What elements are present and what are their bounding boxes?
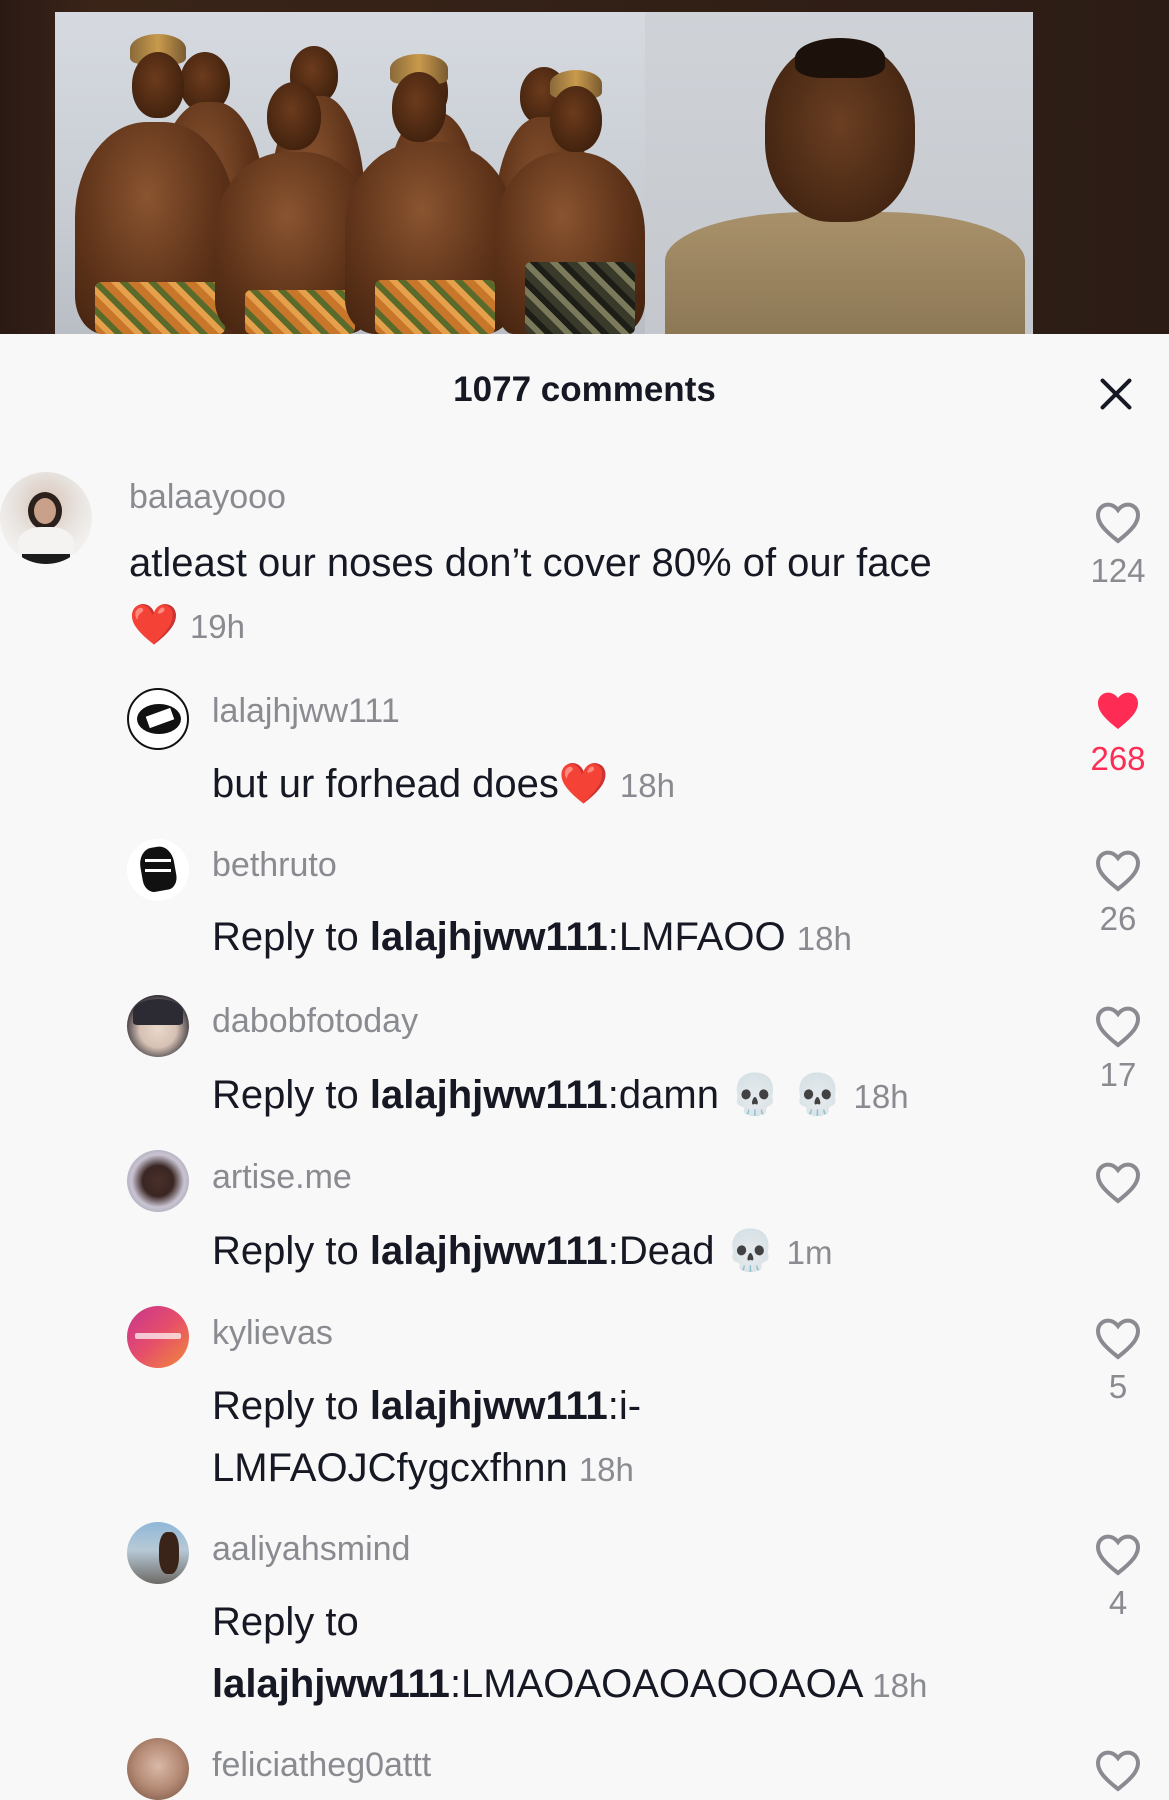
like-count: 4 [1108,1584,1128,1621]
comment-text: Reply to lalajhjww111:LMFAOO 18h [212,915,852,959]
avatar[interactable] [127,1150,189,1212]
comment-username[interactable]: dabobfotoday [212,1002,418,1041]
comment-time: 18h [619,767,675,804]
comment-username[interactable]: bethruto [212,846,337,885]
like-button[interactable]: 5 [1073,1316,1163,1406]
comment-text: Reply to lalajhjww111:i- LMFAOJCfygcxfhn… [212,1384,642,1490]
comments-sheet: 1077 comments balaayooo atleast our nose… [0,334,1169,1800]
comment-username[interactable]: lalajhjww111 [212,692,400,731]
video-frame [55,12,1033,334]
heart-emoji: ❤️ [558,762,609,806]
comment-time: 1m [786,1234,833,1271]
comment-username[interactable]: kylievas [212,1314,333,1353]
like-count: 17 [1099,1056,1137,1093]
reply-to-username[interactable]: lalajhjww111 [370,915,608,959]
like-button[interactable]: 17 [1073,1004,1163,1094]
heart-outline-icon [1095,1750,1141,1792]
reply-to-username[interactable]: lalajhjww111 [370,1073,608,1117]
comment-time: 18h [872,1667,928,1704]
comment-time: 18h [578,1451,634,1488]
heart-outline-icon [1095,1534,1141,1576]
avatar[interactable] [0,472,92,564]
avatar[interactable] [127,995,189,1057]
avatar[interactable] [127,1522,189,1584]
avatar[interactable] [127,1306,189,1368]
heart-outline-icon [1095,1318,1141,1360]
comment-text: Reply to lalajhjww111:Dead 💀 1m [212,1228,833,1274]
avatar[interactable] [127,1738,189,1800]
like-button[interactable]: 124 [1073,500,1163,590]
video-image-group [55,12,645,334]
like-button[interactable] [1073,1748,1163,1792]
like-button[interactable] [1073,1160,1163,1212]
heart-outline-icon [1095,502,1141,544]
comment-time: 18h [796,920,852,957]
like-count: 26 [1099,900,1137,937]
video-preview[interactable] [0,0,1169,334]
comment-text: but ur forhead does❤️ 18h [212,762,675,806]
heart-filled-icon [1098,692,1138,729]
like-count: 5 [1108,1368,1128,1405]
comment-username[interactable]: balaayooo [129,478,286,517]
comments-count-title: 1077 comments [453,370,716,409]
reply-to-username[interactable]: lalajhjww111 [370,1384,608,1428]
like-button[interactable]: 4 [1073,1532,1163,1622]
comment-time: 19h [189,608,245,645]
comment-text: Reply to lalajhjww111:LMAOAOAOAOOAOA 18h [212,1600,928,1706]
heart-outline-icon [1095,1006,1141,1048]
comment-username[interactable]: artise.me [212,1158,352,1197]
comment-username[interactable]: feliciatheg0attt [212,1746,431,1785]
avatar[interactable] [127,839,189,901]
reply-to-username[interactable]: lalajhjww111 [370,1229,608,1273]
comment-time: 18h [853,1078,909,1115]
heart-outline-icon [1095,850,1141,892]
close-icon[interactable] [1098,376,1134,412]
like-count: 268 [1090,740,1146,777]
heart-outline-icon [1095,1162,1141,1204]
like-button[interactable]: 26 [1073,848,1163,938]
comment-text: Reply to lalajhjww111:damn 💀 💀 18h [212,1072,909,1118]
avatar[interactable] [127,688,189,750]
skull-emoji: 💀 [725,1228,776,1274]
like-count: 124 [1090,552,1146,589]
reply-to-username[interactable]: lalajhjww111 [212,1662,450,1706]
like-button[interactable]: 268 [1073,688,1163,778]
video-image-person [645,12,1033,334]
comment-text: atleast our noses don’t cover 80% of our… [129,541,932,647]
comment-username[interactable]: aaliyahsmind [212,1530,410,1569]
skull-emoji: 💀 💀 [730,1072,843,1118]
heart-emoji: ❤️ [129,603,179,647]
